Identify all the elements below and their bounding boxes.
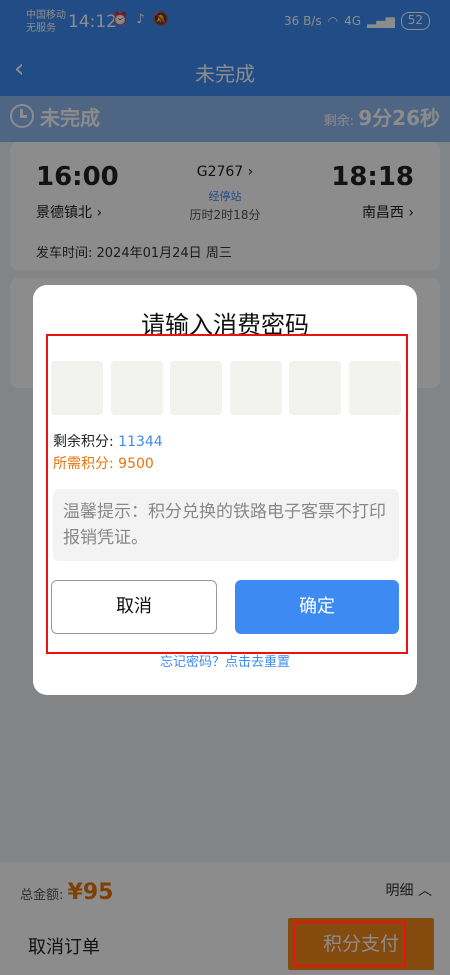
- highlight-box-dialog: [46, 334, 408, 654]
- highlight-box-pay: [293, 921, 406, 967]
